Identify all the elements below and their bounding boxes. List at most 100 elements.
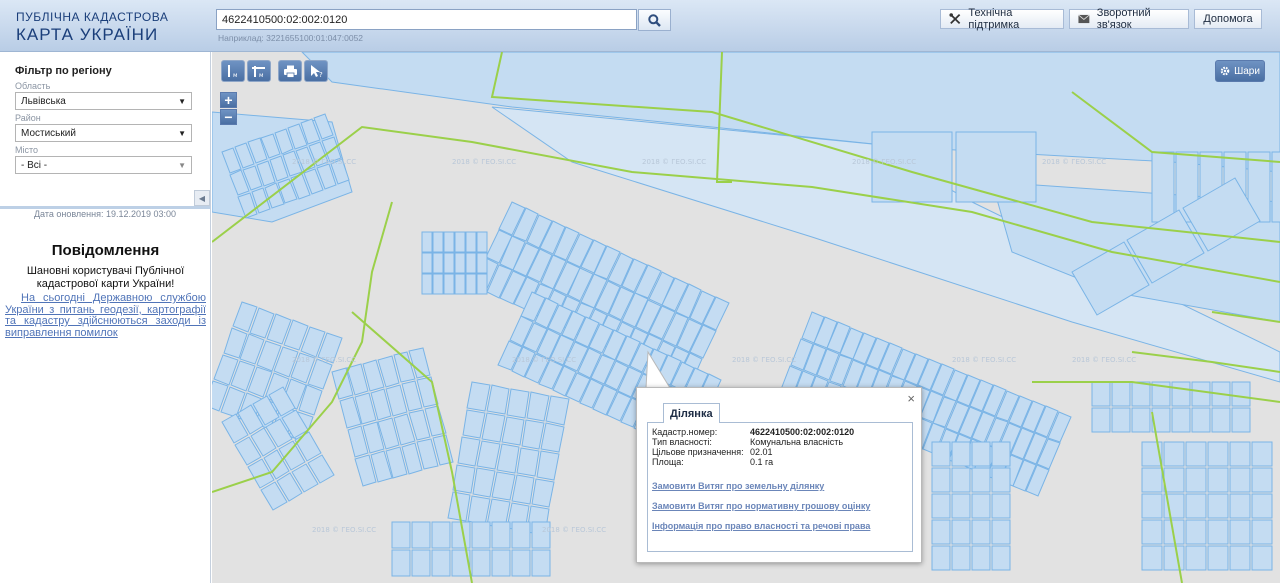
support-button[interactable]: Технічна підтримка [940, 7, 1064, 31]
parcel [462, 409, 486, 439]
logo[interactable]: ПУБЛІЧНА КАДАСТРОВА КАРТА УКРАЇНИ [16, 10, 168, 45]
parcel [454, 273, 466, 295]
city-select[interactable]: - Всі - ▼ [15, 156, 192, 174]
parcel [432, 252, 444, 274]
parcel [971, 441, 991, 467]
parcel [476, 273, 488, 295]
identify-button[interactable]: ? [304, 60, 328, 82]
parcel [526, 391, 550, 422]
parcel [971, 545, 991, 571]
parcel [951, 441, 971, 467]
ownership-info-link[interactable]: Інформація про право власності та речові… [652, 521, 908, 531]
parcel [971, 519, 991, 545]
parcel [931, 545, 951, 571]
parcel [511, 474, 535, 505]
measure-distance-button[interactable]: м [221, 60, 245, 82]
parcel [476, 440, 501, 470]
parcel [1185, 545, 1207, 571]
parcel [501, 416, 525, 446]
parcel [491, 471, 516, 501]
parcel [491, 521, 511, 549]
search-input[interactable] [216, 9, 637, 30]
oblast-label: Область [15, 81, 51, 91]
search-button[interactable] [638, 9, 671, 31]
parcel [1207, 493, 1229, 519]
parcel [465, 231, 477, 253]
parcel [432, 231, 444, 253]
info-row: Цільове призначення: 02.01 [652, 447, 908, 457]
search-icon [648, 13, 661, 27]
layers-button[interactable]: Шари [1215, 60, 1265, 82]
filter-title: Фільтр по регіону [15, 65, 112, 77]
parcel [1207, 441, 1229, 467]
watermark: 2018 © ГЕО.SI.CC [852, 158, 916, 166]
envelope-icon [1078, 14, 1090, 24]
city-label: Місто [15, 145, 39, 155]
oblast-select[interactable]: Львівська ▼ [15, 92, 192, 110]
parcel [1151, 151, 1175, 223]
parcel [536, 450, 560, 481]
parcel [1207, 545, 1229, 571]
parcel [1251, 467, 1273, 493]
parcel [1131, 407, 1151, 433]
parcel [1111, 407, 1131, 433]
watermark: 2018 © ГЕО.SI.CC [452, 158, 516, 166]
layers-label: Шари [1234, 65, 1260, 77]
parcel [931, 467, 951, 493]
parcel [516, 447, 540, 477]
parcel [443, 273, 455, 295]
parcel [931, 519, 951, 545]
parcel [452, 464, 476, 494]
rayon-label: Район [15, 113, 41, 123]
parcel [457, 436, 481, 467]
info-key: Цільове призначення: [652, 447, 744, 457]
parcel [421, 231, 433, 253]
parcel [1171, 381, 1191, 407]
parcel [391, 549, 411, 577]
parcel [545, 395, 570, 426]
parcel [431, 549, 451, 577]
parcel [1163, 441, 1185, 467]
parcel [991, 467, 1011, 493]
parcel [1207, 467, 1229, 493]
parcel [1229, 519, 1251, 545]
help-button[interactable]: Допомога [1194, 9, 1262, 29]
tab-parcel[interactable]: Ділянка [663, 403, 720, 423]
parcel [454, 231, 466, 253]
parcel [1185, 493, 1207, 519]
parcel [991, 441, 1011, 467]
feedback-button[interactable]: Зворотний зв'язок [1069, 7, 1189, 31]
parcel [951, 493, 971, 519]
close-icon[interactable]: × [907, 391, 915, 406]
info-value: Комунальна власність [750, 437, 844, 447]
parcel [1229, 441, 1251, 467]
info-key: Кадастр.номер: [652, 427, 718, 437]
notice: Повідомлення Шановні користувачі Публічн… [5, 242, 206, 339]
parcel [1229, 493, 1251, 519]
sidebar: Фільтр по регіону Область Львівська ▼ Ра… [0, 52, 211, 583]
print-button[interactable] [278, 60, 302, 82]
notice-link[interactable]: На сьогодні Державною службою України з … [5, 292, 206, 339]
order-extract-link[interactable]: Замовити Витяг про земельну ділянку [652, 481, 908, 491]
logo-line1: ПУБЛІЧНА КАДАСТРОВА [16, 10, 169, 24]
parcel [432, 273, 444, 295]
parcel [443, 231, 455, 253]
parcel [443, 252, 455, 274]
parcel [1207, 519, 1229, 545]
zoom-out-button[interactable]: − [220, 109, 237, 125]
ruler-icon: м [228, 65, 238, 78]
parcel [1231, 407, 1251, 433]
chevron-left-icon: ◀ [198, 193, 206, 203]
region-filter: Фільтр по регіону Область Львівська ▼ Ра… [0, 52, 210, 174]
map[interactable]: 2018 © ГЕО.SI.CC 2018 © ГЕО.SI.CC 2018 © Г… [212, 52, 1280, 583]
rayon-select[interactable]: Мостиський ▼ [15, 124, 192, 142]
collapse-sidebar-button[interactable]: ◀ [194, 190, 210, 206]
parcel [1111, 381, 1131, 407]
svg-text:?: ? [319, 71, 323, 78]
measure-area-button[interactable]: м [247, 60, 271, 82]
zoom-in-button[interactable]: + [220, 92, 237, 108]
gear-icon [1220, 66, 1230, 76]
order-valuation-link[interactable]: Замовити Витяг про нормативну грошову оц… [652, 501, 908, 511]
watermark: 2018 © ГЕО.SI.CC [732, 356, 796, 364]
parcel [1185, 519, 1207, 545]
